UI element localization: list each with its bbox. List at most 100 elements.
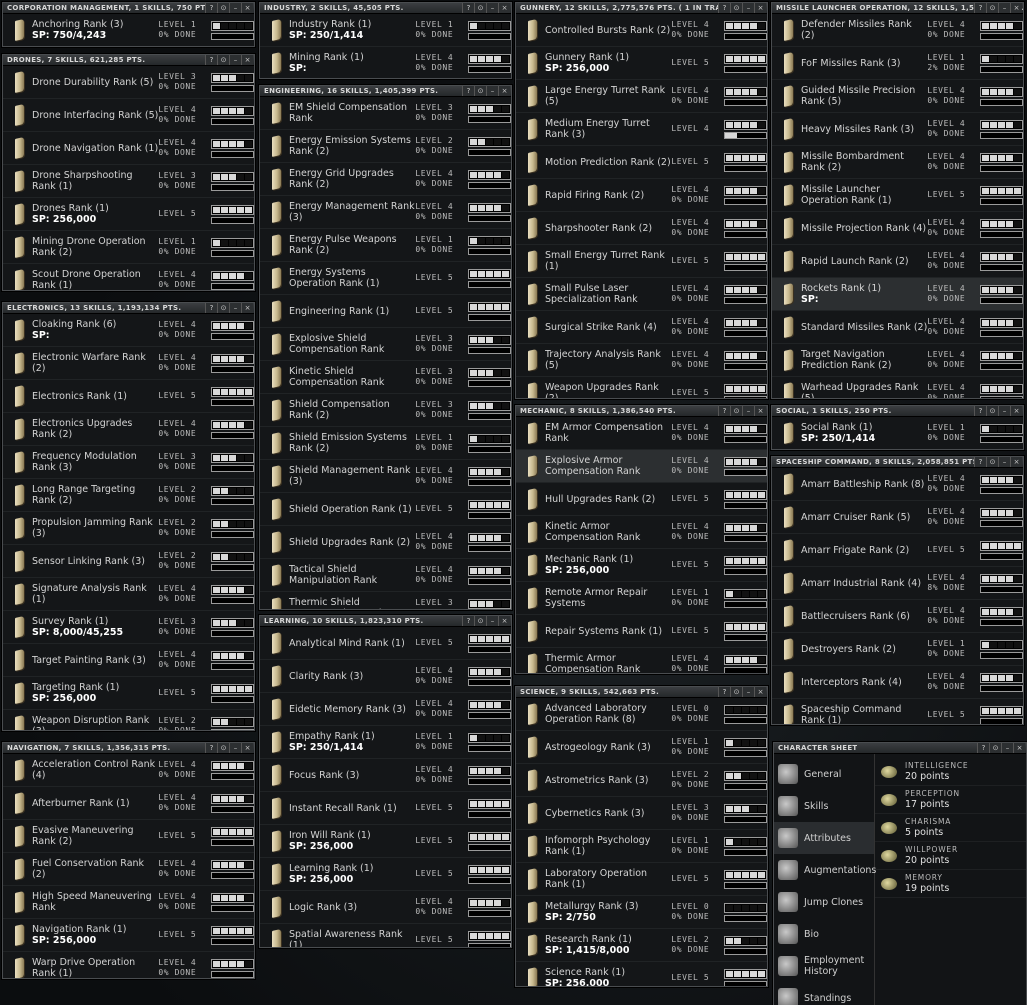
- skill-row[interactable]: Amarr Industrial Rank (4) LEVEL 4 8% DONE: [772, 567, 1023, 600]
- skill-row[interactable]: EM Shield Compensation Rank LEVEL 3 0% DON…: [260, 97, 511, 130]
- pin-button[interactable]: ⊙: [989, 743, 1001, 753]
- skill-row[interactable]: Propulsion Jamming Rank (3) LEVEL 2 0% DON…: [3, 512, 254, 545]
- window-titlebar[interactable]: MISSILE LAUNCHER OPERATION, 12 SKILLS, 1…: [772, 3, 1023, 14]
- window-titlebar[interactable]: ELECTRONICS, 13 SKILLS, 1,193,134 PTS.? ⊙…: [3, 303, 254, 314]
- skill-row[interactable]: Infomorph Psychology Rank (1) LEVEL 1 0% D…: [516, 830, 767, 863]
- pin-button[interactable]: ⊙: [730, 406, 742, 416]
- close-button[interactable]: ×: [498, 616, 510, 626]
- pin-button[interactable]: ⊙: [217, 303, 229, 313]
- skill-row[interactable]: Explosive Armor Compensation Rank LEVEL 4…: [516, 450, 767, 483]
- skill-row[interactable]: Tactical Shield Manipulation Rank LEVEL 4…: [260, 559, 511, 592]
- window-titlebar[interactable]: LEARNING, 10 SKILLS, 1,823,310 PTS.? ⊙ – ×: [260, 616, 511, 627]
- skill-row[interactable]: Rapid Launch Rank (2) LEVEL 4 0% DONE: [772, 245, 1023, 278]
- nav-item-augmentations[interactable]: Augmentations: [774, 854, 876, 886]
- window-titlebar[interactable]: SOCIAL, 1 SKILLS, 250 PTS.? ⊙ – ×: [772, 406, 1023, 417]
- skill-row[interactable]: Heavy Missiles Rank (3) LEVEL 4 0% DONE: [772, 113, 1023, 146]
- skill-row[interactable]: Shield Operation Rank (1) LEVEL 5: [260, 493, 511, 526]
- minimize-button[interactable]: –: [998, 406, 1010, 416]
- pin-button[interactable]: ⊙: [474, 3, 486, 13]
- skill-row[interactable]: Energy Pulse Weapons Rank (2) LEVEL 1 0% D…: [260, 229, 511, 262]
- skill-row[interactable]: Survey Rank (1) SP: 8,000/45,255 LEVEL 3 0%…: [3, 611, 254, 644]
- skill-row[interactable]: Drone Sharpshooting Rank (1) LEVEL 3 0% DO…: [3, 165, 254, 198]
- skill-row[interactable]: Kinetic Armor Compensation Rank LEVEL 4 0%…: [516, 516, 767, 549]
- window-titlebar[interactable]: MECHANIC, 8 SKILLS, 1,386,540 PTS.? ⊙ – ×: [516, 406, 767, 417]
- window-titlebar[interactable]: CHARACTER SHEET? ⊙ – ×: [774, 743, 1026, 754]
- skill-row[interactable]: Shield Upgrades Rank (2) LEVEL 4 0% DONE: [260, 526, 511, 559]
- skill-row[interactable]: Signature Analysis Rank (1) LEVEL 4 0% DON…: [3, 578, 254, 611]
- skill-row[interactable]: Drone Interfacing Rank (5) LEVEL 4 0% DONE: [3, 99, 254, 132]
- window-titlebar[interactable]: DRONES, 7 SKILLS, 621,285 PTS.? ⊙ – ×: [3, 55, 254, 66]
- skill-row[interactable]: Electronic Warfare Rank (2) LEVEL 4 0% DON…: [3, 347, 254, 380]
- skill-row[interactable]: Amarr Battleship Rank (8) LEVEL 4 0% DONE: [772, 468, 1023, 501]
- skill-row[interactable]: Energy Grid Upgrades Rank (2) LEVEL 4 0% D…: [260, 163, 511, 196]
- help-button[interactable]: ?: [462, 616, 474, 626]
- skill-row[interactable]: Interceptors Rank (4) LEVEL 4 0% DONE: [772, 666, 1023, 699]
- skill-row[interactable]: Sensor Linking Rank (3) LEVEL 2 0% DONE: [3, 545, 254, 578]
- skill-row[interactable]: Small Pulse Laser Specialization Rank LEV…: [516, 278, 767, 311]
- skill-row[interactable]: Rockets Rank (1) SP: LEVEL 4 0% DONE: [772, 278, 1023, 311]
- skill-row[interactable]: Mining Rank (1) SP: LEVEL 4 0% DONE: [260, 47, 511, 78]
- skill-row[interactable]: Acceleration Control Rank (4) LEVEL 4 0% D…: [3, 754, 254, 787]
- skill-row[interactable]: Energy Emission Systems Rank (2) LEVEL 20…: [260, 130, 511, 163]
- minimize-button[interactable]: –: [742, 687, 754, 697]
- skill-row[interactable]: Weapon Upgrades Rank (2) LEVEL 5: [516, 377, 767, 398]
- help-button[interactable]: ?: [718, 687, 730, 697]
- skill-row[interactable]: Drone Durability Rank (5) LEVEL 3 0% DONE: [3, 66, 254, 99]
- skill-row[interactable]: Eidetic Memory Rank (3) LEVEL 4 0% DONE: [260, 693, 511, 726]
- skill-row[interactable]: Spaceship Command Rank (1) LEVEL 5: [772, 699, 1023, 724]
- help-button[interactable]: ?: [205, 303, 217, 313]
- window-titlebar[interactable]: INDUSTRY, 2 SKILLS, 45,505 PTS.? ⊙ – ×: [260, 3, 511, 14]
- skill-row[interactable]: Surgical Strike Rank (4) LEVEL 4 0% DONE: [516, 311, 767, 344]
- minimize-button[interactable]: –: [229, 743, 241, 753]
- skill-row[interactable]: Electronics Rank (1) LEVEL 5: [3, 380, 254, 413]
- minimize-button[interactable]: –: [229, 303, 241, 313]
- skill-row[interactable]: Cloaking Rank (6) SP: LEVEL 4 0% DONE: [3, 314, 254, 347]
- skill-row[interactable]: FoF Missiles Rank (3) LEVEL 1 2% DONE: [772, 47, 1023, 80]
- skill-row[interactable]: Frequency Modulation Rank (3) LEVEL 3 0% D…: [3, 446, 254, 479]
- close-button[interactable]: ×: [754, 3, 766, 13]
- skill-row[interactable]: Thermic Shield Compensation RankLEVEL 30…: [260, 592, 511, 609]
- skill-row[interactable]: Weapon Disruption Rank (3)LEVEL 20% DONE: [3, 710, 254, 730]
- help-button[interactable]: ?: [718, 3, 730, 13]
- skill-row[interactable]: Explosive Shield Compensation Rank LEVEL …: [260, 328, 511, 361]
- skill-row[interactable]: Science Rank (1) SP: 256,000 LEVEL 5: [516, 962, 767, 986]
- skill-row[interactable]: Energy Management Rank (3) LEVEL 4 0% DONE: [260, 196, 511, 229]
- close-button[interactable]: ×: [1013, 743, 1025, 753]
- skill-row[interactable]: Medium Energy Turret Rank (3) LEVEL 4: [516, 113, 767, 146]
- help-button[interactable]: ?: [205, 55, 217, 65]
- nav-item-portrait[interactable]: General: [774, 758, 874, 790]
- skill-row[interactable]: Warp Drive Operation Rank (1) LEVEL 4 0% D…: [3, 952, 254, 978]
- skill-row[interactable]: Shield Compensation Rank (2) LEVEL 3 0% DO…: [260, 394, 511, 427]
- skill-row[interactable]: Electronics Upgrades Rank (2) LEVEL 4 0% D…: [3, 413, 254, 446]
- skill-row[interactable]: Learning Rank (1) SP: 256,000 LEVEL 5: [260, 858, 511, 891]
- close-button[interactable]: ×: [498, 86, 510, 96]
- skill-row[interactable]: EM Armor Compensation Rank LEVEL 4 0% DONE: [516, 417, 767, 450]
- skill-row[interactable]: Advanced Laboratory Operation Rank (8) LE…: [516, 698, 767, 731]
- minimize-button[interactable]: –: [998, 3, 1010, 13]
- skill-row[interactable]: Thermic Armor Compensation Rank LEVEL 4 0%…: [516, 648, 767, 673]
- window-titlebar[interactable]: CORPORATION MANAGEMENT, 1 SKILLS, 750 PT…: [3, 3, 254, 14]
- pin-button[interactable]: ⊙: [217, 743, 229, 753]
- close-button[interactable]: ×: [241, 55, 253, 65]
- help-button[interactable]: ?: [462, 3, 474, 13]
- pin-button[interactable]: ⊙: [217, 55, 229, 65]
- skill-row[interactable]: Industry Rank (1) SP: 250/1,414 LEVEL 1 0% …: [260, 14, 511, 47]
- skill-row[interactable]: Missile Projection Rank (4) LEVEL 4 0% DON…: [772, 212, 1023, 245]
- skill-row[interactable]: Rapid Firing Rank (2) LEVEL 4 0% DONE: [516, 179, 767, 212]
- skill-row[interactable]: Mining Drone Operation Rank (2) LEVEL 1 0%…: [3, 231, 254, 264]
- skill-row[interactable]: Warhead Upgrades Rank (5) LEVEL 4 0% DONE: [772, 377, 1023, 398]
- close-button[interactable]: ×: [1010, 406, 1022, 416]
- close-button[interactable]: ×: [241, 3, 253, 13]
- nav-item-jump-clones[interactable]: Jump Clones: [774, 886, 874, 918]
- close-button[interactable]: ×: [754, 687, 766, 697]
- skill-row[interactable]: Trajectory Analysis Rank (5) LEVEL 4 0% DO…: [516, 344, 767, 377]
- skill-row[interactable]: Remote Armor Repair Systems LEVEL 1 0% DON…: [516, 582, 767, 615]
- minimize-button[interactable]: –: [486, 86, 498, 96]
- skill-row[interactable]: Drone Navigation Rank (1) LEVEL 4 0% DONE: [3, 132, 254, 165]
- skill-row[interactable]: Sharpshooter Rank (2) LEVEL 4 0% DONE: [516, 212, 767, 245]
- skill-row[interactable]: Navigation Rank (1) SP: 256,000 LEVEL 5: [3, 919, 254, 952]
- skill-row[interactable]: Astrometrics Rank (3) LEVEL 2 0% DONE: [516, 764, 767, 797]
- skill-row[interactable]: Social Rank (1) SP: 250/1,414 LEVEL 1 0% DO…: [772, 417, 1023, 449]
- skill-row[interactable]: Scout Drone Operation Rank (1) LEVEL 4 0% …: [3, 264, 254, 290]
- close-button[interactable]: ×: [241, 303, 253, 313]
